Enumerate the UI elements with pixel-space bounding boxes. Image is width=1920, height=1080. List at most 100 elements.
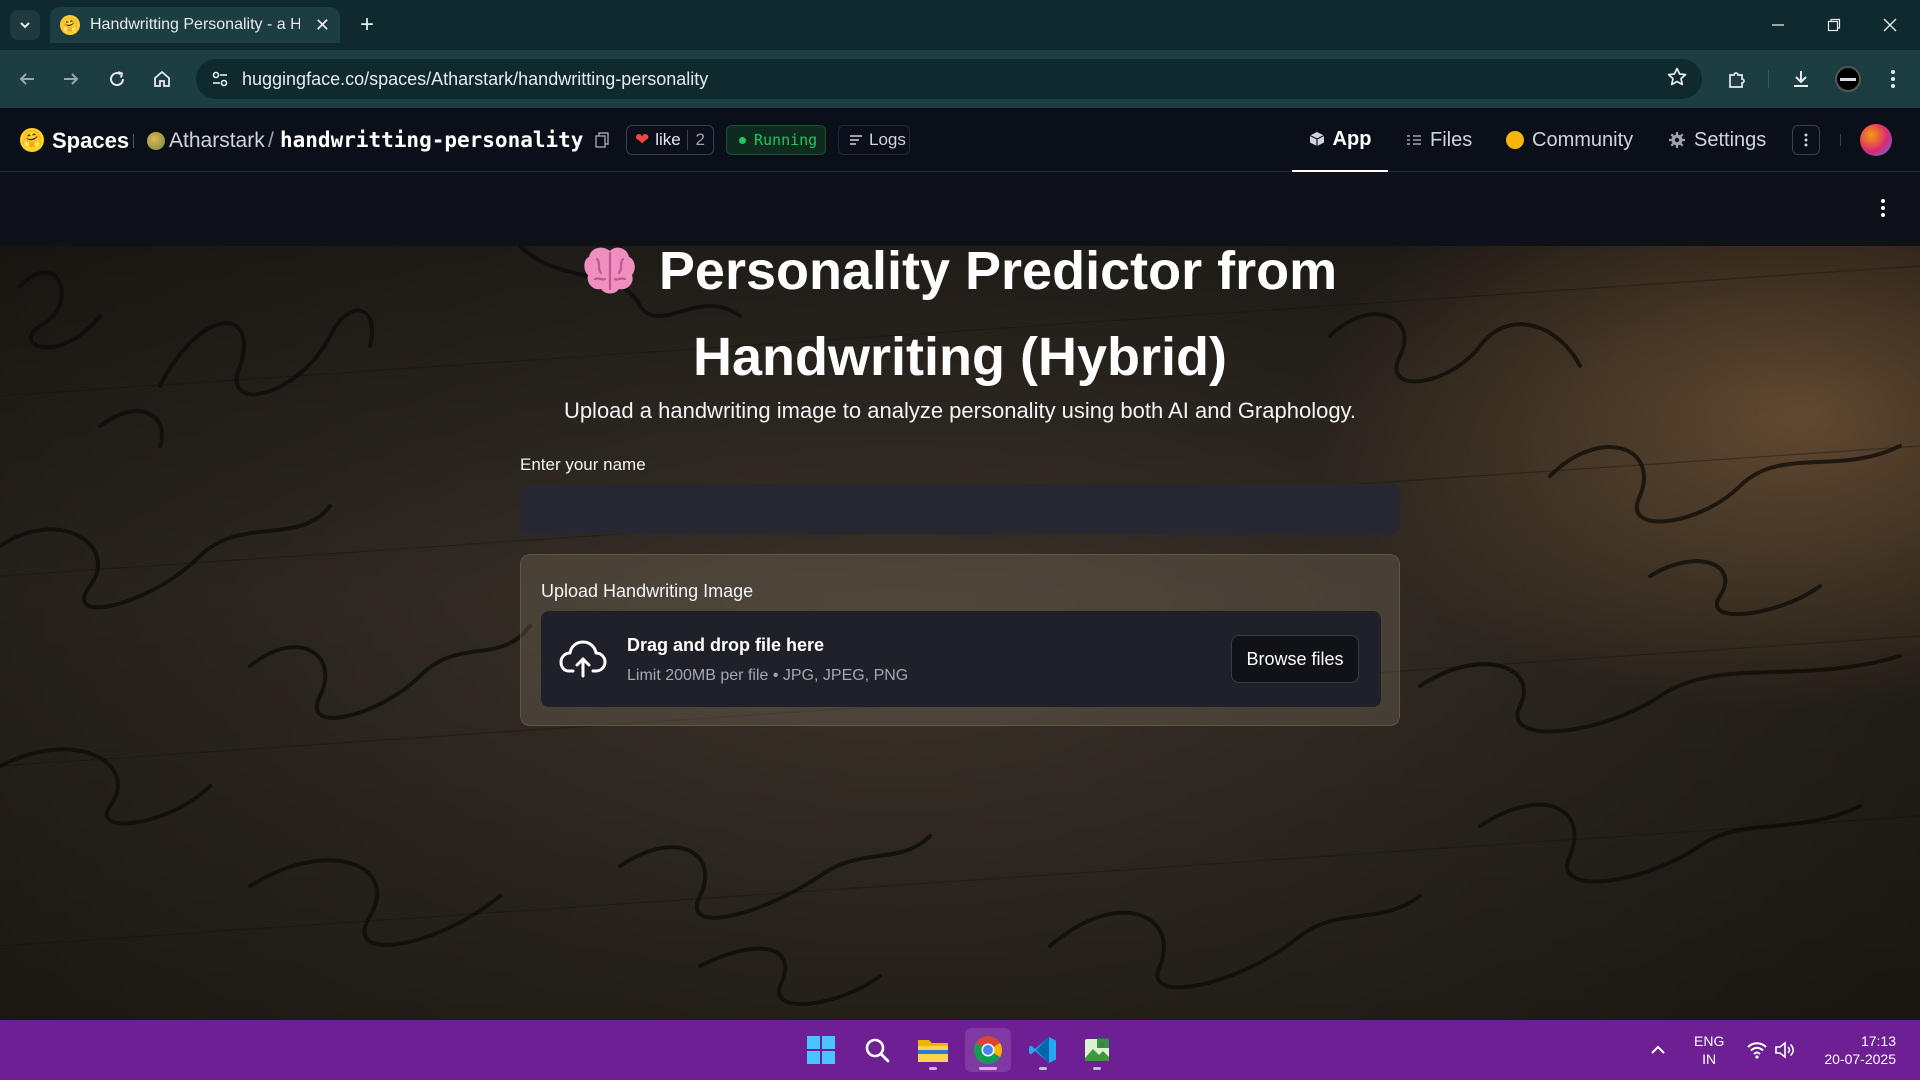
- file-explorer-button[interactable]: [910, 1028, 956, 1072]
- gear-icon: [1669, 132, 1685, 148]
- reload-icon: [110, 71, 125, 87]
- profile-button[interactable]: [1833, 64, 1863, 94]
- tab-files[interactable]: Files: [1406, 108, 1472, 172]
- restore-button[interactable]: [1806, 0, 1862, 50]
- running-indicator: [929, 1067, 937, 1070]
- taskbar-search-button[interactable]: [854, 1028, 900, 1072]
- name-field-label: Enter your name: [520, 455, 646, 474]
- vscode-taskbar-button[interactable]: [1020, 1028, 1066, 1072]
- owner-avatar: [147, 132, 165, 150]
- downloads-button[interactable]: [1786, 64, 1816, 94]
- bookmark-star-icon[interactable]: [1666, 66, 1688, 93]
- cube-icon: [1309, 132, 1324, 146]
- download-icon: [1794, 71, 1808, 87]
- like-count: 2: [686, 130, 705, 150]
- start-button[interactable]: [798, 1028, 844, 1072]
- volume-icon: [1775, 1041, 1794, 1059]
- arrow-left-icon: [19, 73, 34, 85]
- close-tab-icon[interactable]: ✕: [315, 15, 330, 36]
- repo-name[interactable]: handwritting-personality: [280, 128, 583, 152]
- status-badge[interactable]: Running: [726, 125, 826, 155]
- hf-space-header: 🤗 Spaces Atharstark / handwritting-perso…: [0, 108, 1920, 172]
- user-avatar[interactable]: [1860, 124, 1892, 156]
- show-hidden-icons-button[interactable]: [1650, 1020, 1666, 1080]
- reload-button[interactable]: [102, 64, 132, 94]
- input-language-indicator[interactable]: ENG IN: [1694, 1032, 1724, 1068]
- running-indicator: [1093, 1067, 1101, 1070]
- header-divider: [133, 134, 134, 148]
- minimize-icon: [1772, 24, 1784, 26]
- browse-files-button[interactable]: Browse files: [1231, 635, 1359, 683]
- chrome-icon: [974, 1036, 1002, 1064]
- region-code: IN: [1702, 1051, 1717, 1067]
- status-text: Running: [754, 131, 818, 149]
- minimize-button[interactable]: [1750, 0, 1806, 50]
- browser-menu-button[interactable]: [1878, 64, 1908, 94]
- home-icon: [154, 70, 170, 87]
- spaces-link[interactable]: Spaces: [52, 128, 129, 154]
- image-viewer-taskbar-button[interactable]: [1074, 1028, 1120, 1072]
- tab-title: Handwritting Personality - a Hu: [90, 16, 300, 33]
- address-bar[interactable]: huggingface.co/spaces/Atharstark/handwri…: [196, 59, 1702, 99]
- dropzone-limit: Limit 200MB per file • JPG, JPEG, PNG: [627, 667, 909, 684]
- network-volume-tray[interactable]: [1746, 1020, 1796, 1080]
- browser-tab[interactable]: 🤗 Handwritting Personality - a Hu ✕: [50, 7, 340, 43]
- status-dot-icon: [739, 136, 746, 144]
- brain-icon: [584, 247, 635, 294]
- folder-icon: [918, 1040, 948, 1062]
- tab-community[interactable]: Community: [1506, 108, 1633, 172]
- chevron-up-icon: [1651, 1045, 1665, 1054]
- extensions-button[interactable]: [1722, 64, 1752, 94]
- header-divider: [1840, 134, 1841, 146]
- heart-icon: ❤: [635, 130, 650, 149]
- hugging-face-logo-icon[interactable]: 🤗: [20, 128, 44, 152]
- like-label: like: [655, 130, 681, 149]
- app-menu-button[interactable]: [1880, 198, 1886, 223]
- vscode-icon: [1029, 1037, 1056, 1063]
- arrow-right-icon: [64, 73, 79, 85]
- page-subtitle: Upload a handwriting image to analyze pe…: [563, 398, 1357, 423]
- tab-app[interactable]: App: [1292, 108, 1388, 172]
- upload-label: Upload Handwriting Image: [541, 581, 754, 601]
- file-dropzone[interactable]: Drag and drop file here Limit 200MB per …: [541, 611, 1381, 707]
- puzzle-icon: [1729, 72, 1745, 88]
- back-button[interactable]: [12, 64, 42, 94]
- clock-time: 17:13: [1860, 1033, 1896, 1049]
- browser-tab-strip: 🤗 Handwritting Personality - a Hu ✕ +: [0, 0, 1920, 50]
- logs-button[interactable]: Logs: [838, 125, 910, 155]
- windows-taskbar: ENG IN 17:13 20-07-2025: [0, 1020, 1920, 1080]
- site-info-icon[interactable]: [202, 64, 238, 94]
- owner-link[interactable]: Atharstark: [169, 129, 265, 153]
- tab-community-label: Community: [1532, 128, 1634, 151]
- app-header: [0, 172, 1920, 246]
- windows-logo-icon: [807, 1036, 835, 1064]
- tab-settings[interactable]: Settings: [1668, 108, 1766, 172]
- image-app-icon: [1085, 1038, 1109, 1061]
- name-input[interactable]: [520, 484, 1400, 534]
- more-vertical-icon: [1891, 70, 1895, 88]
- close-icon: [1883, 18, 1897, 32]
- url-text: huggingface.co/spaces/Atharstark/handwri…: [242, 68, 709, 89]
- taskbar-clock[interactable]: 17:13 20-07-2025: [1812, 1032, 1896, 1068]
- page-title-line-2: Handwriting (Hybrid): [693, 327, 1227, 387]
- new-tab-button[interactable]: +: [352, 10, 382, 40]
- hugging-face-favicon-icon: 🤗: [60, 15, 80, 35]
- logs-icon: [850, 135, 862, 145]
- title-line-1-text: Personality Predictor from: [658, 246, 1338, 301]
- running-indicator: [1039, 1067, 1047, 1070]
- files-icon: [1407, 135, 1421, 145]
- forward-button[interactable]: [56, 64, 86, 94]
- copy-icon[interactable]: [595, 132, 609, 153]
- toolbar-divider: [1768, 70, 1769, 88]
- chrome-taskbar-button[interactable]: [965, 1028, 1011, 1072]
- like-button[interactable]: ❤ like 2: [626, 125, 714, 155]
- tab-app-label: App: [1332, 127, 1372, 150]
- cloud-upload-icon: [559, 640, 607, 678]
- space-menu-button[interactable]: [1792, 125, 1820, 155]
- home-button[interactable]: [147, 64, 177, 94]
- running-indicator: [979, 1067, 997, 1070]
- chevron-down-icon: [20, 22, 30, 29]
- close-window-button[interactable]: [1862, 0, 1918, 50]
- tab-search-button[interactable]: [10, 10, 40, 40]
- logs-label: Logs: [869, 130, 906, 149]
